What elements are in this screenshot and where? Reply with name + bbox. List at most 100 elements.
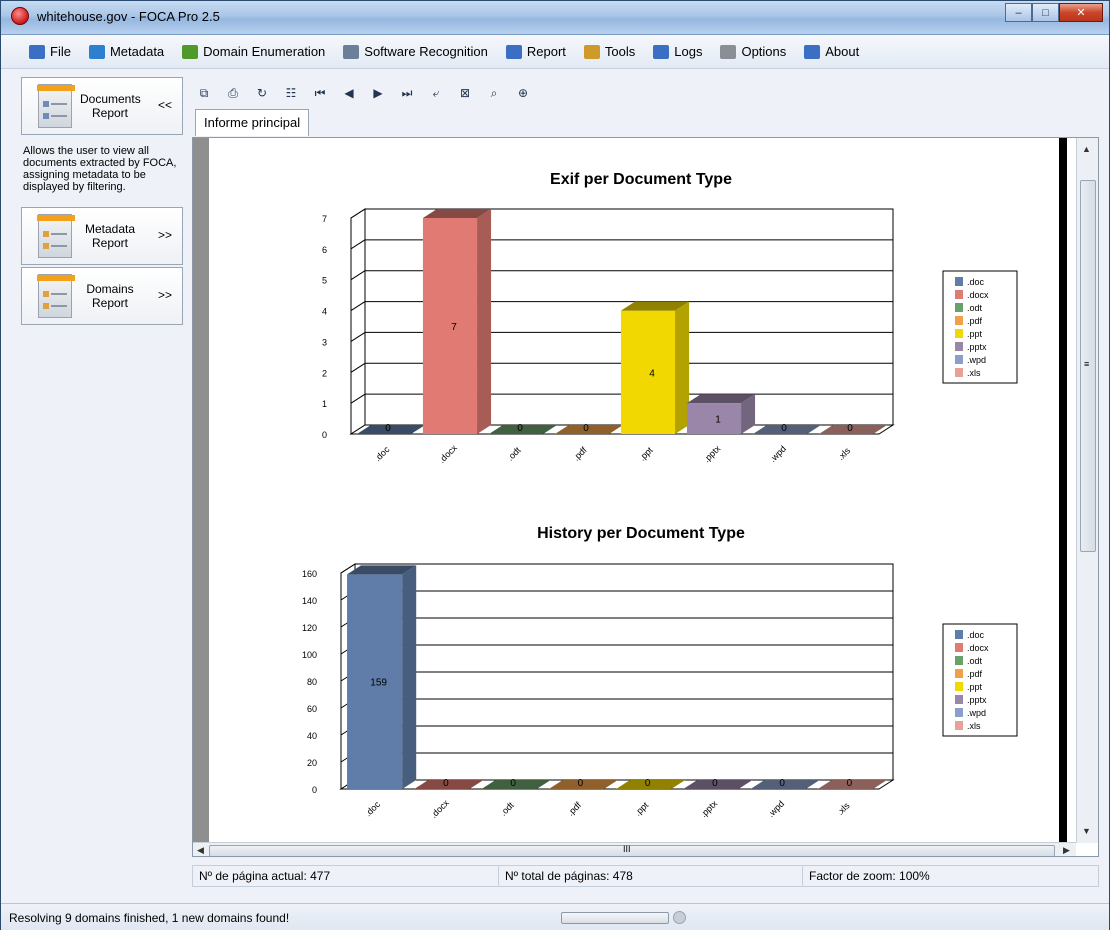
data-label: 1 <box>715 415 721 426</box>
tools-icon <box>583 44 600 59</box>
y-tick-label: 2 <box>322 368 327 378</box>
x-tick-label: .pdf <box>571 445 589 463</box>
y-tick-label: 60 <box>307 704 317 714</box>
data-label: 0 <box>578 778 584 789</box>
data-label: 0 <box>712 778 718 789</box>
menu-tools[interactable]: Tools <box>583 44 636 59</box>
legend-swatch <box>955 368 963 377</box>
expand-arrow[interactable]: >> <box>158 228 172 242</box>
legend-swatch <box>955 721 963 730</box>
maximize-button[interactable]: □ <box>1032 3 1059 22</box>
horizontal-scrollbar[interactable]: ◀ III ▶ <box>193 842 1076 856</box>
y-tick-label: 80 <box>307 677 317 687</box>
metadata-report-button[interactable]: Metadata Report >> <box>21 207 183 265</box>
legend-box <box>942 623 1018 737</box>
legend-swatch <box>955 290 963 299</box>
x-tick-label: .docx <box>429 797 452 820</box>
documents-report-button[interactable]: Documents Report << <box>21 77 183 135</box>
legend-swatch <box>955 682 963 691</box>
domains-report-icon <box>37 274 75 318</box>
data-label: 4 <box>649 368 655 379</box>
last-page-icon[interactable]: ⏭ <box>399 85 415 101</box>
vertical-scrollbar[interactable]: ▲ ≡ ▼ <box>1076 138 1098 843</box>
stop-icon[interactable]: ⊠ <box>457 85 473 101</box>
back-icon[interactable]: ⤶ <box>428 85 444 101</box>
y-tick-label: 0 <box>312 785 317 795</box>
legend-swatch <box>955 316 963 325</box>
legend-label: .ppt <box>967 682 983 692</box>
prev-page-icon[interactable]: ◀ <box>341 85 357 101</box>
y-tick-label: 40 <box>307 731 317 741</box>
menu-label: Tools <box>604 44 636 59</box>
collapse-arrow[interactable]: << <box>158 98 172 112</box>
x-tick-label: .pptx <box>701 443 722 464</box>
bar-side <box>477 209 492 434</box>
stop-icon[interactable] <box>673 911 686 924</box>
close-button[interactable]: ✕ <box>1059 3 1103 22</box>
next-page-icon[interactable]: ▶ <box>370 85 386 101</box>
title-bar[interactable]: whitehouse.gov - FOCA Pro 2.5 – □ ✕ <box>1 1 1109 35</box>
legend-box <box>942 270 1018 384</box>
documents-report-label: Documents Report <box>80 92 141 120</box>
bar <box>422 218 478 434</box>
scroll-right-icon[interactable]: ▶ <box>1063 845 1070 856</box>
progress-bar <box>561 912 669 924</box>
data-label: 0 <box>510 778 516 789</box>
domains-report-button[interactable]: Domains Report >> <box>21 267 183 325</box>
legend-swatch <box>955 630 963 639</box>
scroll-down-icon[interactable]: ▼ <box>1082 826 1091 836</box>
legend-label: .docx <box>967 643 989 653</box>
y-tick-label: 6 <box>322 245 327 255</box>
legend-swatch <box>955 669 963 678</box>
first-page-icon[interactable]: ⏮ <box>312 85 328 101</box>
find-icon[interactable]: ⌕ <box>486 85 502 101</box>
scroll-grip: III <box>623 844 631 854</box>
refresh-icon[interactable]: ↻ <box>254 85 270 101</box>
scroll-up-icon[interactable]: ▲ <box>1082 144 1091 154</box>
x-tick-label: .xls <box>836 445 853 462</box>
y-tick-label: 5 <box>322 276 327 286</box>
legend-label: .wpd <box>967 355 986 365</box>
menu-logs[interactable]: Logs <box>653 44 702 59</box>
scroll-grip: ≡ <box>1084 359 1090 369</box>
menu-about[interactable]: About <box>804 44 859 59</box>
metadata-report-icon <box>37 214 75 258</box>
minimize-button[interactable]: – <box>1005 3 1032 22</box>
report-icon <box>505 44 522 59</box>
report-right-margin <box>1059 138 1067 856</box>
x-tick-label: .pdf <box>565 800 583 818</box>
legend-label: .doc <box>967 277 985 287</box>
chart-title: Exif per Document Type <box>550 171 732 188</box>
y-tick-label: 4 <box>322 307 327 317</box>
legend-swatch <box>955 355 963 364</box>
menu-file[interactable]: File <box>29 44 71 59</box>
y-tick-label: 20 <box>307 758 317 768</box>
legend-label: .docx <box>967 290 989 300</box>
tab-informe-principal[interactable]: Informe principal <box>195 109 310 136</box>
x-tick-label: .odt <box>498 800 516 818</box>
charts-canvas: Exif per Document Type 0 1 2 3 4 5 6 7 0 .doc 7 .doc… <box>302 171 1018 820</box>
data-label: 0 <box>847 778 853 789</box>
print-icon[interactable]: ⎙ <box>225 85 241 101</box>
menu-label: File <box>50 44 71 59</box>
legend-swatch <box>955 656 963 665</box>
expand-arrow[interactable]: >> <box>158 288 172 302</box>
menu-label: Options <box>741 44 787 59</box>
logs-icon <box>653 44 670 59</box>
vertical-scroll-thumb[interactable]: ≡ <box>1080 180 1096 552</box>
menu-domain-enumeration[interactable]: Domain Enumeration <box>182 44 325 59</box>
bar <box>686 403 742 434</box>
horizontal-scroll-thumb[interactable]: III <box>209 844 1055 856</box>
tree-icon[interactable]: ☷ <box>283 85 299 101</box>
export-icon[interactable]: ⧉ <box>196 85 212 101</box>
scroll-left-icon[interactable]: ◀ <box>197 845 204 856</box>
legend-swatch <box>955 277 963 286</box>
y-tick-label: 7 <box>322 214 327 224</box>
menu-metadata[interactable]: Metadata <box>88 44 164 59</box>
menu-report[interactable]: Report <box>505 44 566 59</box>
legend-swatch <box>955 708 963 717</box>
menu-options[interactable]: Options <box>720 44 786 59</box>
zoom-icon[interactable]: ⊕ <box>515 85 531 101</box>
y-tick-label: 0 <box>322 430 327 440</box>
menu-software-recognition[interactable]: Software Recognition <box>343 44 488 59</box>
